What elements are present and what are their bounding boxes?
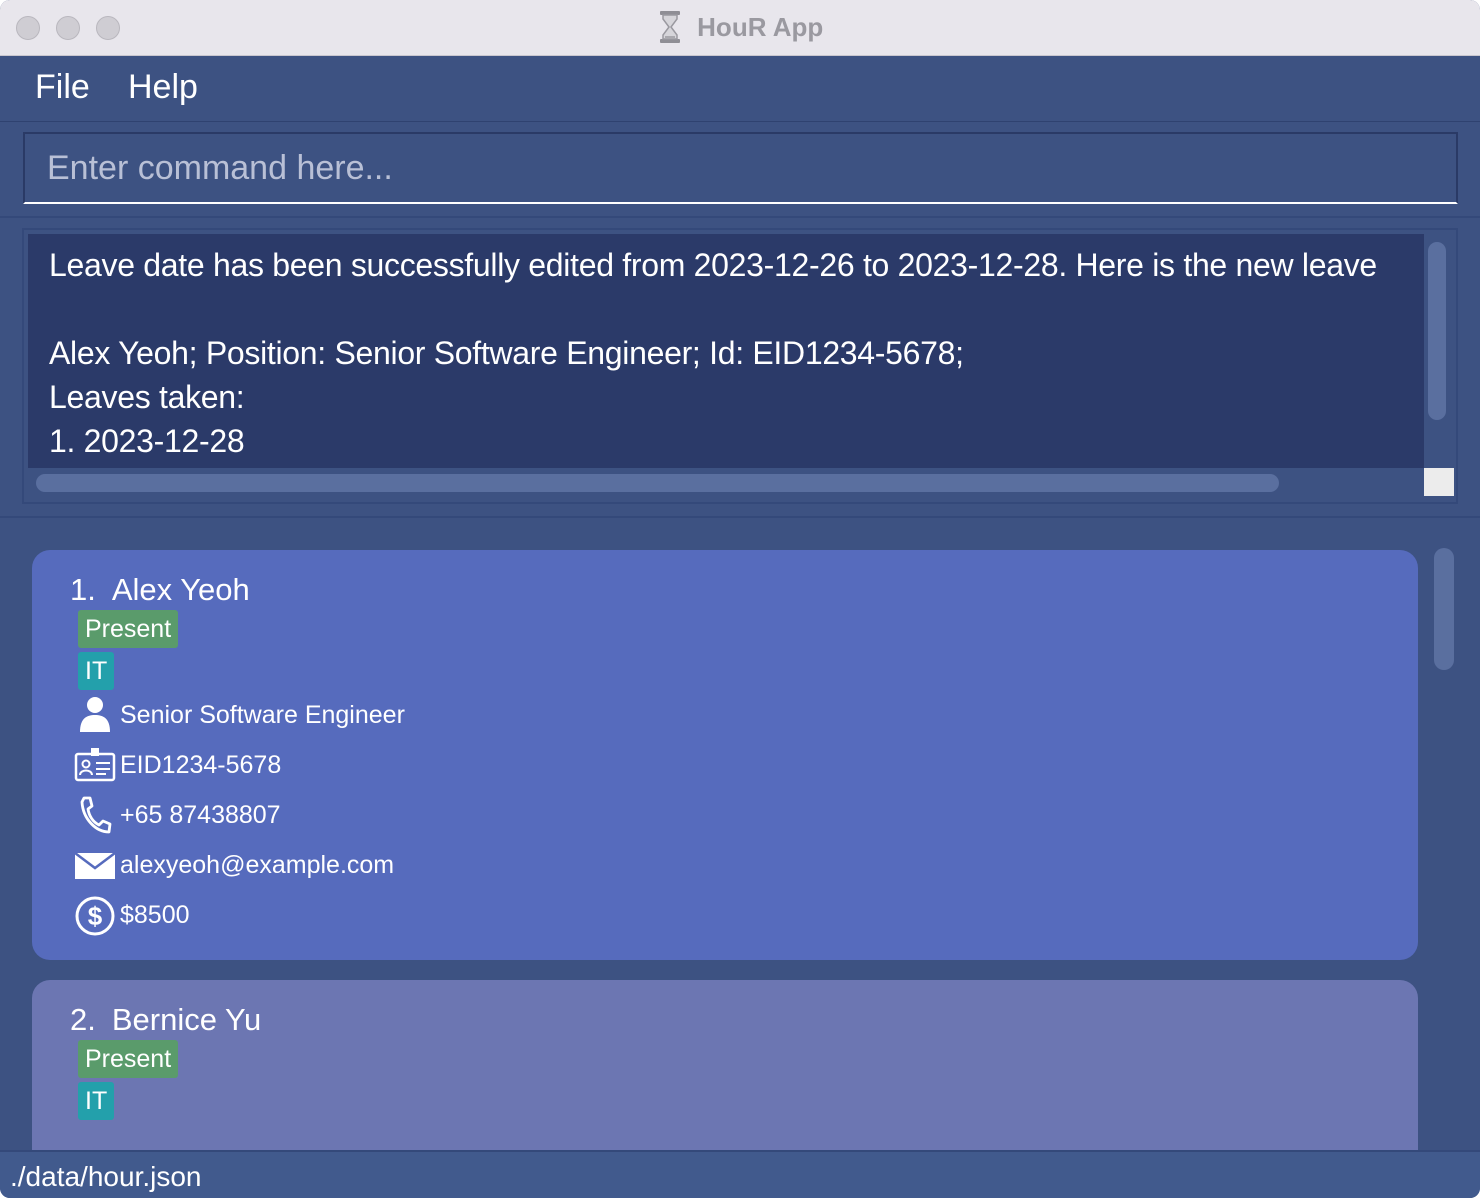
dollar-icon: $ [75,896,115,936]
phone-field: +65 87438807 [74,794,774,838]
app-window: HouR App File Help Leave date has been s… [0,0,1480,1198]
salary-field: $ $8500 [74,894,774,938]
person-name: Bernice Yu [111,1002,262,1037]
salary-text: $8500 [120,901,190,929]
window-title: HouR App [697,11,824,42]
department-tag: IT [78,652,115,690]
menu-help[interactable]: Help [128,68,198,107]
status-bar: ./data/hour.json [0,1150,1480,1198]
person-icon [80,697,110,732]
email-text: alexyeoh@example.com [120,851,395,879]
result-line: Leaves taken: [49,379,245,415]
status-tag: Present [78,1040,179,1078]
email-field: alexyeoh@example.com [74,844,774,888]
command-box [0,122,1480,218]
department-tag: IT [78,1082,115,1120]
menu-bar: File Help [0,56,1480,122]
position-field: Senior Software Engineer [74,694,774,738]
person-card-header: 1. Alex Yeoh [70,572,250,608]
result-line: 1. 2023-12-28 [49,423,245,459]
person-list-scrollbar[interactable] [1434,548,1454,670]
menu-file[interactable]: File [35,68,90,107]
person-card[interactable]: 2. Bernice Yu Present IT [32,980,1418,1150]
result-vertical-scrollbar[interactable] [1428,242,1446,420]
email-icon [74,852,116,879]
result-line: Alex Yeoh; Position: Senior Software Eng… [49,335,964,371]
person-name: Alex Yeoh [111,572,250,607]
person-index: 2. [70,1002,96,1037]
result-display: Leave date has been successfully edited … [22,228,1458,504]
employee-id-field: EID1234-5678 [74,744,774,788]
result-text-area[interactable]: Leave date has been successfully edited … [28,234,1424,468]
title-bar: HouR App [0,0,1480,56]
svg-text:$: $ [88,901,103,931]
person-card-header: 2. Bernice Yu [70,1002,261,1038]
phone-text: +65 87438807 [120,801,281,829]
phone-icon [80,796,112,834]
employee-id-text: EID1234-5678 [120,751,282,779]
scrollbar-corner [1424,468,1454,496]
hourglass-icon [659,11,680,43]
window-title-group: HouR App [0,10,1480,46]
position-text: Senior Software Engineer [120,701,405,729]
result-line: Leave date has been successfully edited … [49,247,1377,283]
data-file-path: ./data/hour.json [10,1161,202,1192]
id-card-icon [74,748,116,782]
result-horizontal-scrollbar[interactable] [36,474,1279,492]
person-card[interactable]: 1. Alex Yeoh Present IT Senior Software E… [32,550,1418,960]
person-index: 1. [70,572,96,607]
status-tag: Present [78,610,179,648]
person-list: 1. Alex Yeoh Present IT Senior Software E… [0,516,1480,1150]
command-input[interactable] [23,132,1458,204]
